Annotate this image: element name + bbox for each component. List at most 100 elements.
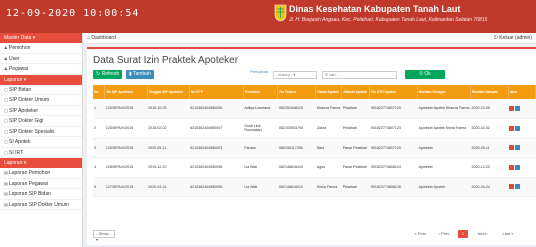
sidebar-item-si-apotek[interactable]: ▢SI Apotek (0, 137, 82, 148)
col-header-no-str[interactable]: No STR Apotek (369, 85, 418, 99)
cell-tanggal: 2019-12-22 (147, 157, 190, 178)
sidebar-item-laporan-sip-bidan[interactable]: ▤Laporan SIP Bidan (0, 189, 82, 200)
cell-tanggal: 2020-09-11 (147, 138, 190, 158)
sidebar-item-sip-apoteker[interactable]: ▢SIP Apoteker (0, 106, 82, 116)
col-header-tanggal-sip[interactable]: Tanggal SIP Apoteker (147, 85, 190, 99)
col-header-alamat-apotek[interactable]: Alamat Apotek (341, 85, 371, 99)
col-header-no-sip[interactable]: No SIP Apoteker (104, 85, 148, 99)
sidebar-item-sip-dokter-gigi[interactable]: ▢SIP Dokter Gigi (0, 116, 82, 127)
cell-sampai: 2020-10-05 (470, 99, 509, 119)
refresh-button[interactable]: ↻ Refresh (93, 70, 123, 79)
sidebar-item-user[interactable]: ♟User (0, 54, 82, 64)
cell-sampai: 2020-02-02 (470, 118, 509, 139)
page-size-select[interactable]: - Show - ▾ (93, 230, 115, 242)
table-row: 3 125/SIPA/V/2015 2020-09-11 62103624049… (93, 138, 536, 158)
col-header-no-telpon[interactable]: No Telpon (277, 85, 317, 99)
sidebar-section-laporan[interactable]: Laporan ▾ (0, 74, 82, 85)
cell-sebagai: Apoteker Apotek Khanza Farma (417, 99, 471, 119)
edit-icon[interactable] (515, 145, 521, 151)
col-header-no-ktp[interactable]: No KTP (189, 85, 244, 99)
col-header-nama-apotek[interactable]: Nama Apotek (315, 85, 343, 99)
plus-icon: ▮ (129, 71, 132, 77)
clock: 12-09-2020 10:00:54 (6, 8, 140, 19)
add-button[interactable]: ▮ Tambah (126, 70, 154, 79)
sidebar-item-pemohon[interactable]: ♟Pemohon (0, 43, 82, 54)
logout-link[interactable]: ⏻ Keluar (admin) (494, 33, 532, 44)
breadcrumb-dashboard[interactable]: Dashboard (91, 35, 115, 41)
trash-icon[interactable] (509, 145, 515, 151)
sidebar-item-laporan-sip-dokter-umum[interactable]: ▤Laporan SIP Dokter Umum (0, 200, 82, 210)
cell-aksi (508, 157, 536, 178)
search-icon: ⚲ (325, 72, 328, 77)
cell-str: 901822774807120 (369, 99, 418, 119)
pagination-first[interactable]: « First (409, 230, 431, 238)
cell-pemohon: Lia Wati (243, 177, 278, 197)
breadcrumb: ⌂ Dashboard ⏻ Keluar (admin) (83, 33, 536, 44)
search-label: Pencarian (250, 69, 269, 74)
cell-sampai: 2020-04-24 (470, 177, 509, 197)
cell-tanggal: 2015-10-05 (147, 99, 190, 119)
cell-pemohon: Fardan (243, 138, 278, 158)
cell-telpon: 082251948220 (277, 99, 316, 119)
cell-ktp: 6210362404950008 (189, 177, 244, 197)
ok-button[interactable]: ⚲ Ok (405, 70, 445, 79)
sidebar-item-laporan-pemohon[interactable]: ▤Laporan Pemohon (0, 168, 82, 179)
table-footer: - Show - ▾ « First ‹ Prev 1 Next › Last … (91, 230, 532, 242)
cell-no: 3 (93, 138, 105, 158)
cell-nama-apotek: Nani (315, 138, 342, 158)
pagination-last[interactable]: Last » (498, 230, 518, 238)
table-row: 5 127/SIPA/V/2015 2020-04-24 62103624049… (93, 177, 536, 197)
col-header-pemohon[interactable]: Pemohon (243, 85, 279, 99)
cell-pemohon: Aditya Lesmana (243, 99, 278, 119)
sidebar-item-laporan-pegawai[interactable]: ▤Laporan Pegawai (0, 179, 82, 189)
cell-alamat: Pelaihari (341, 177, 370, 197)
search-input[interactable]: ⚲ cari ... (322, 71, 397, 79)
home-icon: ⌂ (87, 35, 91, 41)
pagination-next[interactable]: Next › (472, 230, 494, 238)
column-select[interactable]: - Kolom - ▾ (273, 71, 317, 79)
cell-pemohon: Lia Wati (243, 157, 278, 178)
trash-icon[interactable] (509, 164, 515, 170)
trash-icon[interactable] (509, 125, 515, 131)
col-header-aksi: Aksi (508, 85, 536, 99)
sidebar-item-sip-bidan[interactable]: ▢SIP Bidan (0, 85, 82, 95)
cell-no: 5 (93, 177, 105, 197)
trash-icon[interactable] (509, 106, 515, 111)
pagination-current[interactable]: 1 (458, 230, 468, 238)
crest-logo-icon (274, 4, 287, 22)
power-icon: ⏻ (493, 35, 498, 41)
cell-aksi (508, 118, 536, 139)
apoteker-table: No No SIP Apoteker Tanggal SIP Apoteker … (93, 85, 536, 197)
sidebar-item-si-irt[interactable]: ▢SI IRT (0, 148, 82, 158)
agency-address: Jl. H. Boejasin Angsau, Kec. Pelaihari, … (289, 17, 488, 23)
col-header-no[interactable]: No (93, 85, 106, 99)
sidebar-item-sip-dokter-umum[interactable]: ▢SIP Dokter Umum (0, 95, 82, 106)
edit-icon[interactable] (515, 106, 521, 111)
table-header-row: No No SIP Apoteker Tanggal SIP Apoteker … (93, 85, 536, 99)
agency-name: Dinas Kesehatan Kabupaten Tanah Laut (289, 4, 461, 14)
cell-alamat: Pelaihari (341, 118, 370, 139)
table-row: 1 120/SIPA/V/2015 2015-10-05 62103624049… (93, 99, 536, 119)
edit-icon[interactable] (515, 184, 521, 190)
pagination-prev[interactable]: ‹ Prev (433, 230, 455, 238)
cell-aksi (508, 177, 536, 197)
col-header-berlaku-sampai[interactable]: Berlaku Sampai (470, 85, 509, 99)
page-title: Data Surat Izin Praktek Apoteker (93, 55, 239, 66)
cell-sebagai: Apoteker Apotek (417, 177, 471, 197)
cell-tanggal: 2020-04-24 (147, 177, 190, 197)
sidebar-section-laporan-2[interactable]: Laporan ▾ (0, 158, 82, 168)
cell-no-sip: 120/SIPA/V/2015 (104, 99, 148, 119)
sidebar-item-pegawai[interactable]: ♟Pegawai (0, 64, 82, 75)
trash-icon[interactable] (509, 184, 515, 190)
main-content: ⌂ Dashboard ⏻ Keluar (admin) Data Surat … (83, 33, 536, 247)
cell-ktp: 6210362404950007 (189, 118, 244, 139)
cell-telpon: 082148618410 (277, 157, 316, 178)
col-header-berlaku-sebagai[interactable]: Berlaku Sebagai (417, 85, 471, 99)
cell-no-sip: 128/SIPA/V/2015 (104, 157, 148, 178)
sidebar-section-master[interactable]: Master Data ▾ (0, 33, 82, 43)
edit-icon[interactable] (515, 125, 521, 131)
edit-icon[interactable] (515, 164, 521, 170)
cell-telpon: 085155117296 (277, 138, 316, 158)
sidebar-item-sip-dokter-spesialis[interactable]: ▢SIP Dokter Spesialis (0, 127, 82, 137)
content-panel: Data Surat Izin Praktek Apoteker ↻ Refre… (87, 47, 536, 245)
